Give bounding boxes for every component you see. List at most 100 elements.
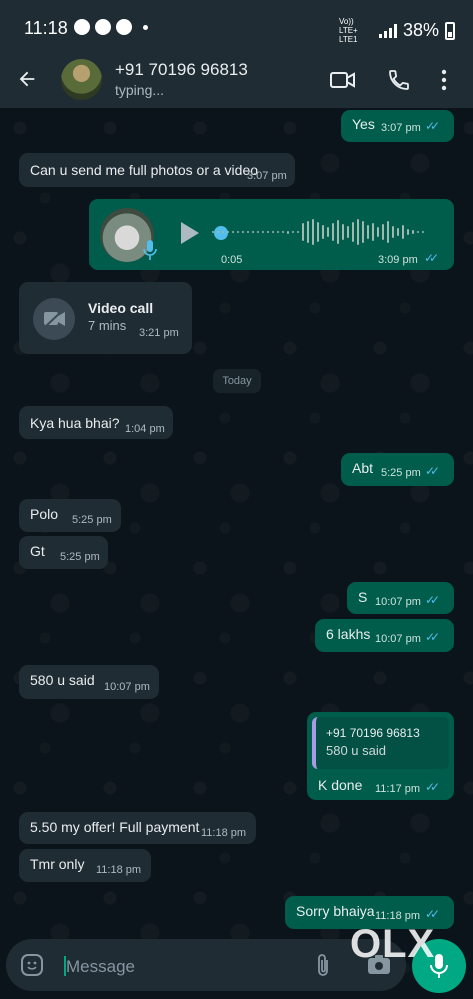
waveform-bar (312, 219, 314, 245)
message-time: 10:07 pm (375, 633, 421, 645)
waveform-bar (252, 231, 254, 233)
message-text: Polo (30, 506, 59, 522)
reply-message[interactable]: +91 70196 96813 580 u said K done 11:17 … (307, 712, 454, 800)
emoji-icon[interactable] (20, 953, 44, 982)
waveform-bar (337, 220, 339, 244)
message-outgoing[interactable]: Yes 3:07 pm ✓✓ (341, 110, 454, 142)
message-text: Yes (352, 116, 375, 132)
video-call-icon[interactable] (330, 68, 356, 97)
waveform-bar (367, 225, 369, 239)
waveform-bar (317, 222, 319, 242)
message-incoming[interactable]: Kya hua bhai? 1:04 pm (19, 406, 173, 439)
waveform-bar (402, 225, 404, 239)
phone-icon[interactable] (387, 68, 411, 97)
message-incoming[interactable]: 5.50 my offer! Full payment 11:18 pm (19, 812, 256, 844)
quoted-author: +91 70196 96813 (326, 726, 420, 740)
read-ticks-icon: ✓✓ (425, 630, 440, 644)
message-text: S (358, 589, 368, 605)
waveform-bar (407, 229, 409, 235)
message-input[interactable]: Message (66, 957, 135, 977)
message-incoming[interactable]: Can u send me full photos or a video 3:0… (19, 153, 295, 187)
call-duration: 7 mins (88, 318, 127, 333)
whatsapp-notification-icon (74, 19, 90, 35)
message-text: Kya hua bhai? (30, 415, 120, 431)
waveform-bar (362, 221, 364, 243)
message-time: 1:04 pm (125, 423, 165, 435)
mic-icon (143, 239, 157, 264)
videocam-icon (33, 298, 75, 340)
waveform-bar (417, 231, 419, 233)
message-incoming[interactable]: Polo 5:25 pm (19, 499, 121, 532)
message-incoming[interactable]: Gt 5:25 pm (19, 536, 108, 569)
message-time: 5:25 pm (72, 514, 112, 526)
voice-duration: 0:05 (221, 254, 243, 266)
quoted-text: 580 u said (326, 743, 386, 758)
olx-watermark: OLX (350, 922, 436, 966)
waveform-bar (357, 219, 359, 245)
message-text: Sorry bhaiya (296, 903, 375, 919)
message-incoming[interactable]: 580 u said 10:07 pm (19, 665, 159, 699)
message-time: 11:17 pm (375, 783, 421, 795)
message-time: 3:09 pm (378, 254, 418, 266)
snapchat-notification-icon (116, 19, 132, 35)
read-ticks-icon: ✓✓ (424, 251, 439, 265)
waveform-bar (272, 231, 274, 233)
message-text: Tmr only (30, 856, 85, 872)
waveform-bar (282, 231, 284, 233)
waveform-bar (222, 231, 224, 233)
whatsapp-notification-icon (95, 19, 111, 35)
waveform-bar (322, 225, 324, 239)
status-bar: 11:18 Vo)) LTE+ LTE1 38% (0, 0, 473, 56)
back-arrow-icon[interactable] (16, 66, 38, 96)
contact-name[interactable]: +91 70196 96813 (115, 60, 248, 80)
message-text: Gt (30, 543, 45, 559)
read-ticks-icon: ✓✓ (425, 780, 440, 794)
waveform-bar (397, 228, 399, 236)
message-time: 5:25 pm (381, 467, 421, 479)
waveform-bar (257, 231, 259, 233)
play-icon[interactable] (179, 220, 201, 249)
waveform-bar (262, 231, 264, 233)
quoted-message[interactable]: +91 70196 96813 580 u said (312, 717, 449, 769)
waveform-bar (217, 231, 219, 233)
message-composer[interactable]: Message (6, 939, 406, 991)
more-notifications-icon (143, 25, 148, 30)
message-incoming[interactable]: Tmr only 11:18 pm (19, 849, 151, 882)
message-text: 5.50 my offer! Full payment (30, 819, 200, 835)
message-time: 3:07 pm (247, 170, 287, 182)
waveform-bar (352, 222, 354, 242)
waveform-bar (237, 231, 239, 233)
waveform-bar (292, 231, 294, 233)
more-icon[interactable] (440, 68, 448, 97)
avatar[interactable] (61, 59, 102, 100)
call-title: Video call (88, 300, 154, 316)
waveform-bar (277, 231, 279, 233)
network-label: Vo)) LTE+ LTE1 (338, 17, 358, 44)
notification-icons (74, 19, 148, 35)
message-outgoing[interactable]: S 10:07 pm ✓✓ (347, 582, 454, 614)
message-outgoing[interactable]: 6 lakhs 10:07 pm ✓✓ (315, 619, 454, 652)
waveform-bar (227, 231, 229, 233)
waveform-bar (387, 221, 389, 243)
waveform-bar (342, 224, 344, 240)
waveform-bar (212, 231, 214, 233)
call-message[interactable]: Video call 7 mins 3:21 pm (19, 282, 192, 354)
attach-icon[interactable] (313, 953, 333, 984)
message-text: Abt (352, 460, 374, 476)
battery-percent: 38% (402, 20, 439, 40)
voice-waveform (212, 218, 442, 246)
waveform-bar (332, 223, 334, 241)
message-time: 11:18 pm (201, 827, 247, 839)
waveform-bar (412, 230, 414, 234)
message-outgoing[interactable]: Abt 5:25 pm ✓✓ (341, 453, 454, 486)
message-text: Can u send me full photos or a video (30, 162, 259, 178)
signal-icon (378, 23, 397, 38)
message-time: 11:18 pm (96, 864, 142, 876)
waveform-bar (247, 231, 249, 233)
message-time: 10:07 pm (375, 596, 421, 608)
message-text: 6 lakhs (326, 626, 371, 642)
waveform-bar (422, 231, 424, 233)
message-text: 580 u said (30, 672, 95, 688)
waveform-bar (302, 223, 304, 241)
message-text: K done (318, 777, 363, 793)
